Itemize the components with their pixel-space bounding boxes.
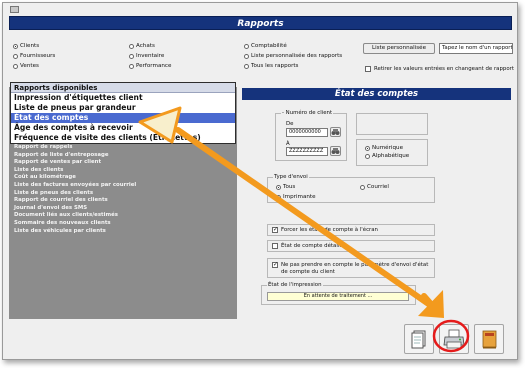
radio-indicator — [13, 54, 18, 59]
radio-comptabilite[interactable]: Comptabilité — [244, 42, 287, 51]
radio-clients[interactable]: Clients — [13, 42, 39, 51]
radio-fournisseurs[interactable]: Fournisseurs — [13, 52, 55, 61]
send-type-label: Type d'envoi — [273, 174, 309, 181]
from-label: De — [286, 121, 294, 127]
dropdown-item-selected[interactable]: État des comptes — [11, 113, 235, 123]
radio-imprimante[interactable]: Imprimante — [276, 193, 316, 202]
client-from-lookup-button[interactable] — [330, 127, 341, 137]
checkbox-box: ✓ — [272, 226, 279, 233]
radio-indicator — [244, 64, 249, 69]
report-list-item[interactable]: Rapport de liste d'entreposage — [9, 152, 184, 160]
print-button[interactable] — [439, 324, 469, 354]
radio-liste-personnalisee[interactable]: Liste personnalisée des rapports — [244, 52, 342, 61]
remove-values-checkbox[interactable]: Retirer les valeurs entrées en changeant… — [365, 66, 514, 73]
print-status-label: État de l'impression — [267, 282, 323, 289]
report-list-item[interactable]: Rapport de courriel des clients — [9, 197, 184, 205]
radio-indicator — [13, 64, 18, 69]
binoculars-icon — [331, 129, 340, 135]
report-list: Rapport de rappels Rapport de liste d'en… — [9, 144, 184, 235]
client-to-input[interactable]: ZZZZZZZZZZ — [286, 147, 328, 156]
radio-courriel[interactable]: Courriel — [360, 183, 389, 192]
window-title: Rapports — [9, 16, 512, 30]
available-reports-dropdown[interactable]: Rapports disponibles Impression d'étique… — [10, 82, 236, 144]
radio-indicator — [276, 195, 281, 200]
radio-indicator — [244, 44, 249, 49]
binoculars-icon — [331, 148, 340, 154]
dropdown-header: Rapports disponibles — [11, 83, 235, 93]
radio-indicator — [13, 44, 18, 49]
radio-achats[interactable]: Achats — [129, 42, 155, 51]
client-to-lookup-button[interactable] — [330, 146, 341, 156]
report-name-input[interactable]: Tapez le nom d'un rapport — [439, 43, 513, 54]
radio-ventes[interactable]: Ventes — [13, 62, 39, 71]
client-from-input[interactable]: 0000000000 — [286, 128, 328, 137]
report-list-item[interactable]: Rapport de rappels — [9, 144, 184, 152]
printer-icon — [443, 329, 465, 349]
report-list-item[interactable]: Liste des véhicules par clients — [9, 228, 184, 236]
radio-indicator — [129, 44, 134, 49]
radio-indicator — [129, 54, 134, 59]
checkbox-box — [272, 243, 278, 249]
print-status-value: En attente de traitement ... — [267, 292, 409, 301]
report-title: État des comptes — [242, 88, 511, 100]
dropdown-item[interactable]: Impression d'étiquettes client — [11, 93, 235, 103]
client-number-label: - Numéro de client — [281, 110, 334, 117]
checkbox-box: ✓ — [272, 261, 279, 268]
radio-tous[interactable]: Tous — [276, 183, 295, 192]
preview-icon — [411, 330, 426, 349]
report-list-item[interactable]: Sommaire des nouveaux clients — [9, 220, 184, 228]
radio-performance[interactable]: Performance — [129, 62, 171, 71]
radio-indicator — [129, 64, 134, 69]
detailed-group: État de compte détaillé — [267, 240, 435, 252]
report-list-item[interactable]: Liste de pneus des clients — [9, 190, 184, 198]
ignore-param-group: ✓ Ne pas prendre en compte le paramètre … — [267, 258, 435, 278]
preview-button[interactable] — [404, 324, 434, 354]
custom-list-button[interactable]: Liste personnalisée — [363, 43, 435, 54]
radio-tous-rapports[interactable]: Tous les rapports — [244, 62, 298, 71]
radio-alphabetique[interactable]: Alphabétique — [365, 152, 409, 161]
radio-inventaire[interactable]: Inventaire — [129, 52, 164, 61]
report-window: Rapports Clients Achats Comptabilité Fou… — [2, 2, 518, 360]
checkbox-box — [365, 66, 371, 72]
client-number-group: - Numéro de client De 0000000000 À ZZZZZ… — [275, 110, 347, 161]
report-list-item[interactable]: Document liés aux clients/estimés — [9, 212, 184, 220]
export-icon — [482, 330, 497, 349]
radio-indicator — [244, 54, 249, 59]
ignore-param-checkbox[interactable]: ✓ Ne pas prendre en compte le paramètre … — [272, 262, 432, 275]
dropdown-item[interactable]: Âge des comptes à recevoir — [11, 123, 235, 133]
report-list-item[interactable]: Rapport de ventes par client — [9, 159, 184, 167]
report-list-item[interactable]: Coût au kilométrage — [9, 174, 184, 182]
report-list-item[interactable]: Liste des factures envoyées par courriel — [9, 182, 184, 190]
force-screen-checkbox[interactable]: ✓ Forcer les états de compte à l'écran — [272, 227, 378, 234]
send-type-group: Type d'envoi Tous Courriel Imprimante — [267, 174, 435, 203]
radio-indicator — [365, 146, 370, 151]
force-screen-group: ✓ Forcer les états de compte à l'écran — [267, 224, 435, 236]
app-icon — [10, 6, 19, 13]
sort-group: Numérique Alphabétique — [356, 139, 428, 166]
radio-indicator — [365, 154, 370, 159]
empty-group — [356, 113, 428, 135]
dropdown-item[interactable]: Liste de pneus par grandeur — [11, 103, 235, 113]
export-button[interactable] — [474, 324, 504, 354]
radio-indicator — [360, 185, 365, 190]
detailed-checkbox[interactable]: État de compte détaillé — [272, 243, 344, 250]
dropdown-item[interactable]: Fréquence de visite des clients (Étiquet… — [11, 133, 235, 143]
radio-indicator — [276, 185, 281, 190]
